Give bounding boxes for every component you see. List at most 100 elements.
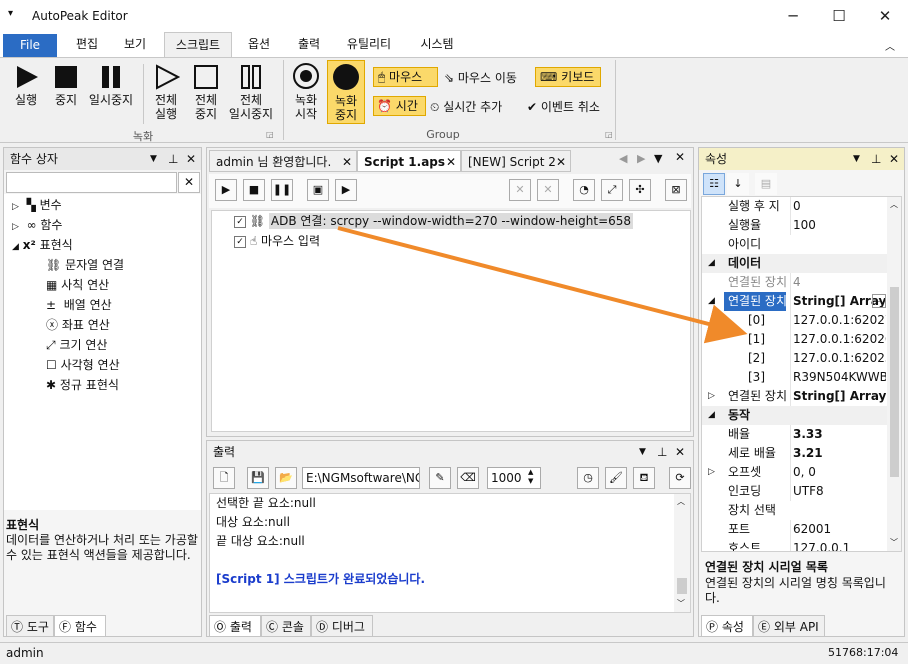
tree-item-string-concat[interactable]: ⛓ 문자열 연결 xyxy=(46,255,124,275)
close-icon[interactable]: ✕ xyxy=(186,148,196,170)
property-value[interactable]: 3.21 xyxy=(790,444,886,463)
run-button[interactable]: 실행 xyxy=(8,64,44,107)
capture-button[interactable]: ◔ xyxy=(573,179,595,201)
stop-all-button[interactable]: 전체 중지 xyxy=(188,64,224,121)
close-tab-icon[interactable]: ✕ xyxy=(342,151,352,173)
property-value[interactable]: String[] Array xyxy=(790,387,886,406)
property-row[interactable]: 호스트 127.0.0.1 xyxy=(702,539,887,551)
property-row[interactable]: 장치 선택 xyxy=(702,501,887,520)
tree-item-regex[interactable]: ✱ 정규 표현식 xyxy=(46,375,119,395)
dropdown-icon[interactable]: ▼ xyxy=(150,148,157,170)
tab-script-1[interactable]: Script 1.aps ✕ xyxy=(357,150,461,172)
script-line-mouse-input[interactable]: ✓ ☝ 마우스 입력 xyxy=(234,232,320,250)
tree-item-arithmetic[interactable]: ▦ 사칙 연산 xyxy=(46,275,109,295)
tree-item-expressions[interactable]: ◢ x² 표현식 xyxy=(12,235,73,255)
mouse-move-toggle[interactable]: ⇘ 마우스 이동 xyxy=(444,69,517,86)
property-pages-button[interactable]: ▤ xyxy=(755,173,777,195)
tree-item-array-ops[interactable]: ± 배열 연산 xyxy=(46,295,112,315)
pause-button[interactable]: ❚❚ xyxy=(271,179,293,201)
group-launcher-icon[interactable]: ◲ xyxy=(605,130,613,139)
scroll-down-icon[interactable]: ﹀ xyxy=(677,598,685,609)
group-launcher-icon[interactable]: ◲ xyxy=(266,130,274,139)
property-row[interactable]: 아이디 xyxy=(702,235,887,254)
record-stop-button[interactable]: 녹화 중지 xyxy=(327,60,365,124)
property-row[interactable]: 연결된 장치 4 xyxy=(702,273,887,292)
property-row[interactable]: [0] 127.0.0.1:62027 xyxy=(702,311,887,330)
close-icon[interactable]: ✕ xyxy=(675,441,685,463)
expander-icon[interactable]: ▷ xyxy=(708,463,715,482)
tab-console[interactable]: Ⓒ 콘솔 xyxy=(261,615,311,637)
property-row[interactable]: 실행 후 지 0 xyxy=(702,197,887,216)
step-button[interactable]: ▣ xyxy=(307,179,329,201)
expand-button[interactable]: ⤢ xyxy=(601,179,623,201)
run-all-button[interactable]: 전체 실행 xyxy=(148,64,184,121)
script-line-adb-connect[interactable]: ✓ ⛓ ADB 연결: scrcpy --window-width=270 --… xyxy=(234,212,637,230)
tree-item-coord-ops[interactable]: ⓧ 좌표 연산 xyxy=(46,315,110,335)
cancel-all-button[interactable]: ✕ xyxy=(537,179,559,201)
time-toggle[interactable]: ⏰ 시간 xyxy=(373,96,426,116)
scroll-thumb[interactable] xyxy=(677,578,687,594)
eraser-button[interactable]: ⌫ xyxy=(457,467,479,489)
menu-output[interactable]: 출력 xyxy=(288,32,330,57)
menu-options[interactable]: 옵션 xyxy=(238,32,280,57)
close-icon[interactable]: ✕ xyxy=(889,148,899,170)
property-value[interactable]: UTF8 xyxy=(790,482,886,501)
property-row[interactable]: ▷ 연결된 장치 String[] Array xyxy=(702,387,887,406)
pin-icon[interactable]: ⊥ xyxy=(871,148,881,170)
stepper-arrows-icon[interactable]: ▲ ▼ xyxy=(528,468,533,486)
maximize-button[interactable]: ☐ xyxy=(816,0,862,32)
clear-search-button[interactable]: ✕ xyxy=(178,172,200,193)
output-log[interactable]: 선택한 끝 요소:null 대상 요소:null 끝 대상 요소:null [S… xyxy=(209,493,691,613)
tab-script-2[interactable]: [NEW] Script 2 ✕ xyxy=(461,150,571,172)
property-row[interactable]: [3] R39N504KWWB xyxy=(702,368,887,387)
scroll-down-icon[interactable]: ﹀ xyxy=(890,537,898,548)
close-tab-icon[interactable]: ✕ xyxy=(446,151,456,173)
property-value[interactable]: 127.0.0.1:62025 xyxy=(790,349,886,368)
pin-icon[interactable]: ⊥ xyxy=(168,148,178,170)
scroll-up-icon[interactable]: ︿ xyxy=(677,496,685,507)
pin-icon[interactable]: ⊥ xyxy=(657,441,667,463)
refresh-button[interactable]: ⟳ xyxy=(669,467,691,489)
property-row[interactable]: 인코딩 UTF8 xyxy=(702,482,887,501)
cancel-button[interactable]: ✕ xyxy=(509,179,531,201)
system-menu-icon[interactable]: ▾ xyxy=(8,8,13,19)
tab-external-api[interactable]: Ⓔ 외부 API xyxy=(753,615,825,637)
collapse-button[interactable]: ✣ xyxy=(629,179,651,201)
delete-button[interactable]: ⊠ xyxy=(665,179,687,201)
new-log-button[interactable]: 🗋 xyxy=(213,467,235,489)
pause-all-button[interactable]: 전체 일시중지 xyxy=(226,64,276,121)
tab-functions[interactable]: Ⓕ 함수 xyxy=(54,615,106,637)
dropdown-icon[interactable]: ▼ xyxy=(853,148,860,170)
event-cancel-toggle[interactable]: ✔ 이벤트 취소 xyxy=(527,98,600,115)
property-row[interactable]: 실행율 100 xyxy=(702,216,887,235)
property-value[interactable]: 127.0.0.1 xyxy=(790,539,886,551)
property-value[interactable]: 100 xyxy=(790,216,886,235)
menu-system[interactable]: 시스템 xyxy=(410,32,464,57)
property-value[interactable]: 127.0.0.1:62027 xyxy=(790,311,886,330)
collapse-ribbon-icon[interactable]: ︿ xyxy=(885,38,895,53)
run-from-button[interactable]: ▶ xyxy=(335,179,357,201)
alphabetical-button[interactable]: ↓ xyxy=(727,173,749,195)
menu-view[interactable]: 보기 xyxy=(114,32,156,57)
property-value[interactable]: 127.0.0.1:62026 xyxy=(790,330,886,349)
scroll-up-icon[interactable]: ︿ xyxy=(890,199,898,210)
collapse-icon[interactable]: ◢ xyxy=(708,254,715,273)
tab-tools[interactable]: Ⓣ 도구 xyxy=(6,615,54,637)
realtime-add-toggle[interactable]: ⏲ 실시간 추가 xyxy=(430,98,502,115)
property-value[interactable]: 62001 xyxy=(790,520,886,539)
close-icon[interactable]: ✕ xyxy=(675,150,685,164)
tree-item-functions[interactable]: ▷ ∞ 함수 xyxy=(12,215,62,235)
minimize-button[interactable]: ─ xyxy=(770,0,816,32)
dropdown-icon[interactable]: ▼ xyxy=(639,441,646,463)
menu-file[interactable]: File xyxy=(3,34,57,57)
clean-button[interactable]: ✎ xyxy=(429,467,451,489)
property-category[interactable]: ◢ 동작 xyxy=(702,406,887,425)
property-row[interactable]: 포트 62001 xyxy=(702,520,887,539)
scroll-left-icon[interactable]: ◀ xyxy=(619,152,627,165)
property-value[interactable]: 4 xyxy=(790,273,886,292)
collapse-icon[interactable]: ◢ xyxy=(708,406,715,425)
menu-utility[interactable]: 유틸리티 xyxy=(338,32,400,57)
property-row[interactable]: 배율 3.33 xyxy=(702,425,887,444)
property-value[interactable]: 0, 0 xyxy=(790,463,886,482)
property-category[interactable]: ◢ 데이터 xyxy=(702,254,887,273)
